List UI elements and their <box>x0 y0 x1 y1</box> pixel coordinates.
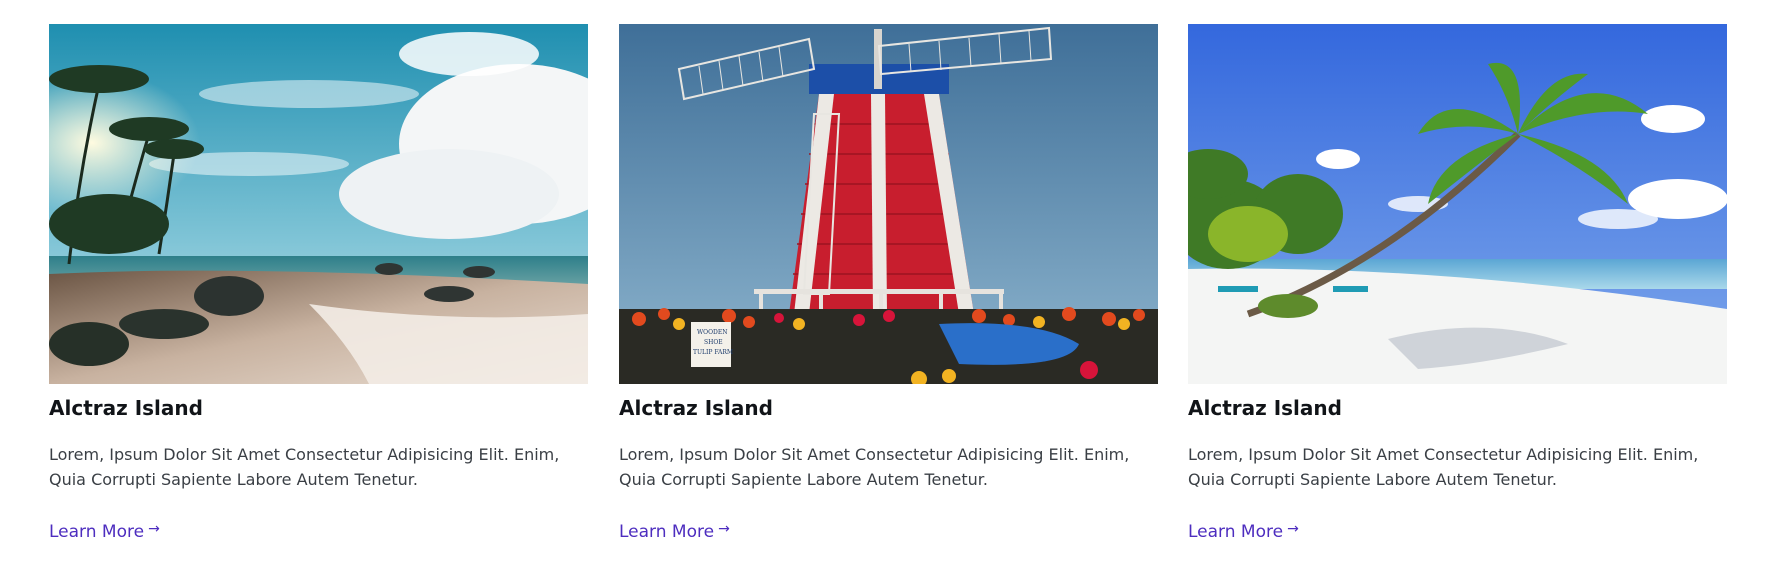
card-description: Lorem, Ipsum Dolor Sit Amet Consectetur … <box>49 445 560 489</box>
learn-more-link[interactable]: Learn More → <box>1188 521 1299 542</box>
sign-text-line: WOODEN <box>697 329 727 336</box>
arrow-right-icon: → <box>148 521 160 537</box>
learn-more-label: Learn More <box>1188 522 1284 542</box>
learn-more-label: Learn More <box>619 522 715 542</box>
arrow-right-icon: → <box>718 521 730 537</box>
learn-more-link[interactable]: Learn More → <box>619 521 730 542</box>
palm-tree-beach-photo <box>1188 24 1727 384</box>
sign-text-line: SHOE <box>704 339 723 346</box>
destination-card: Alctraz Island Lorem, Ipsum Dolor Sit Am… <box>1188 24 1727 542</box>
card-title: Alctraz Island <box>49 396 203 420</box>
learn-more-link[interactable]: Learn More → <box>49 521 160 542</box>
windmill-tulip-farm-photo: WOODEN SHOE TULIP FARM <box>619 24 1158 384</box>
learn-more-label: Learn More <box>49 522 145 542</box>
card-title: Alctraz Island <box>1188 396 1342 420</box>
card-grid: Alctraz Island Lorem, Ipsum Dolor Sit Am… <box>0 0 1777 567</box>
arrow-right-icon: → <box>1287 521 1299 537</box>
destination-card: WOODEN SHOE TULIP FARM Alctraz Island Lo… <box>619 24 1158 542</box>
sign-text-line: TULIP FARM <box>693 349 733 356</box>
card-title: Alctraz Island <box>619 396 773 420</box>
beach-rocks-photo <box>49 24 588 384</box>
destination-card: Alctraz Island Lorem, Ipsum Dolor Sit Am… <box>49 24 588 542</box>
card-description: Lorem, Ipsum Dolor Sit Amet Consectetur … <box>619 445 1130 489</box>
card-description: Lorem, Ipsum Dolor Sit Amet Consectetur … <box>1188 445 1699 489</box>
